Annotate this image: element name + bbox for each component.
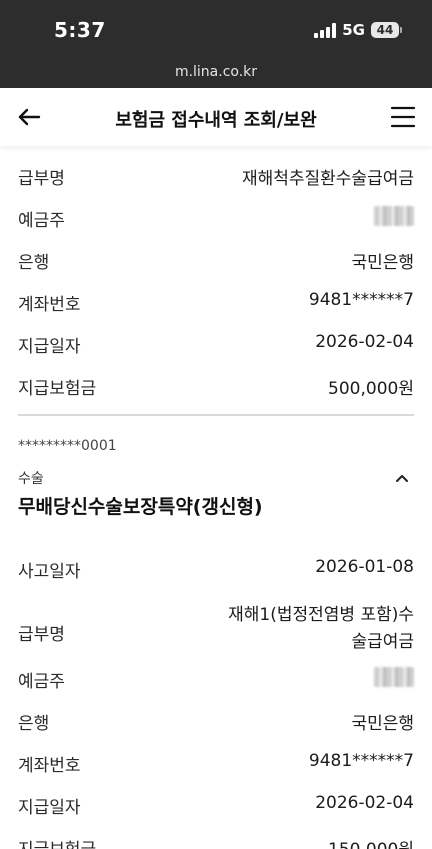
detail-row: 급부명 재해1(법정전염병 포함)수 술급여금 [18,597,414,667]
claim-details: 급부명 재해척추질환수술급여금 예금주 은행 국민은행 계좌번호 9481***… [0,146,432,849]
benefit-name-line1: 재해1(법정전염병 포함)수 [228,605,414,625]
network-type: 5G [342,21,365,39]
account-holder-redacted [374,667,414,687]
accident-date-value: 2026-01-08 [315,557,414,577]
detail-row: 지급일자 2026-02-04 [18,332,414,374]
accident-date-label: 사고일자 [18,562,81,582]
previous-claim-section: 급부명 재해척추질환수술급여금 예금주 은행 국민은행 계좌번호 9481***… [18,146,414,400]
rider-name: 무배당신수술보장특약(갱신형) [18,496,263,518]
account-holder-label: 예금주 [18,672,65,692]
benefit-name-value: 재해1(법정전염병 포함)수 술급여금 [228,602,414,656]
account-holder-label: 예금주 [18,211,65,231]
account-masked: *********0001 [18,438,117,454]
detail-row: 예금주 [18,667,414,709]
section-divider [18,414,414,416]
bank-value: 국민은행 [351,253,414,273]
account-number-value: 9481******7 [308,290,414,310]
payment-date-label: 지급일자 [18,337,81,357]
benefit-name-line2: 술급여금 [351,632,414,652]
payment-amount-label: 지급보험금 [18,835,96,849]
account-holder-redacted [374,206,414,226]
signal-icon [314,22,337,38]
page-header: 보험금 접수내역 조회/보완 [0,88,432,146]
url-bar[interactable]: m.lina.co.kr [0,62,432,88]
benefit-name-value: 재해척추질환수술급여금 [241,169,414,189]
detail-row: 은행 국민은행 [18,248,414,290]
hamburger-menu-icon[interactable] [390,105,416,129]
payment-date-label: 지급일자 [18,798,81,818]
battery-icon: 44 [371,22,399,38]
benefit-name-label: 급부명 [18,624,65,645]
account-number-label: 계좌번호 [18,295,81,315]
detail-row: 은행 국민은행 [18,709,414,751]
status-bar: 5:37 5G 44 [0,0,432,62]
category-header[interactable]: 수술 [18,468,414,488]
detail-row: 지급보험금 150,000원 [18,835,414,849]
battery-cap [400,27,402,33]
status-indicators: 5G 44 [314,21,402,39]
status-time: 5:37 [54,18,106,42]
payment-amount-label: 지급보험금 [18,379,97,399]
payment-amount-value: 500,000원 [328,379,414,399]
bank-label: 은행 [18,714,50,734]
detail-row: 계좌번호 9481******7 [18,290,414,332]
detail-row: 사고일자 2026-01-08 [18,557,414,597]
payment-date-value: 2026-02-04 [315,332,414,352]
url-text: m.lina.co.kr [174,64,258,80]
chevron-up-icon[interactable] [394,472,410,484]
bank-label: 은행 [18,253,50,273]
detail-row: 예금주 [18,206,414,248]
detail-row: 지급보험금 500,000원 [18,374,414,400]
detail-row: 계좌번호 9481******7 [18,751,414,793]
payment-amount-value: 150,000원 [328,835,414,849]
account-number-label: 계좌번호 [18,756,81,776]
detail-row: 지급일자 2026-02-04 [18,793,414,835]
claim-detail-list: 사고일자 2026-01-08 급부명 재해1(법정전염병 포함)수 술급여금 … [18,519,414,849]
bank-value: 국민은행 [351,714,414,734]
account-number-value: 9481******7 [308,751,414,771]
detail-row: 급부명 재해척추질환수술급여금 [18,164,414,206]
page-title: 보험금 접수내역 조회/보완 [115,110,317,131]
payment-date-value: 2026-02-04 [315,793,414,813]
benefit-name-label: 급부명 [18,169,65,189]
category-label: 수술 [18,471,44,487]
